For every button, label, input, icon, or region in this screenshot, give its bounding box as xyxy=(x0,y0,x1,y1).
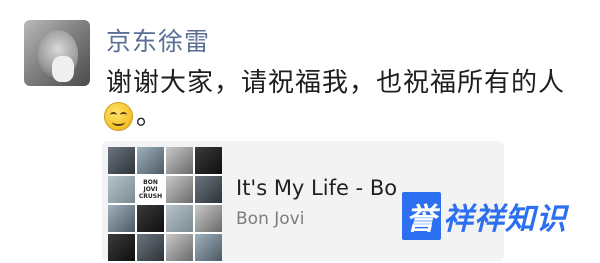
watermark-text: 祥祥知识 xyxy=(443,202,567,237)
smiling-face-icon xyxy=(104,101,133,131)
album-cover-text: BON JOVI CRUSH xyxy=(137,176,164,203)
emoji-line: 。 xyxy=(104,99,162,133)
avatar[interactable] xyxy=(24,20,90,86)
watermark-boxed-char: 誉 xyxy=(402,192,441,240)
post-message: 谢谢大家，请祝福我，也祝福所有的人 xyxy=(106,68,566,98)
avatar-hand xyxy=(52,56,74,82)
author-name[interactable]: 京东徐雷 xyxy=(106,22,210,58)
watermark-logo: 誉 祥祥知识 xyxy=(402,192,598,240)
song-artist: Bon Jovi xyxy=(236,209,305,229)
album-cover: BON JOVI CRUSH xyxy=(108,147,222,261)
message-tail: 。 xyxy=(136,101,163,131)
song-title: It's My Life - Bo xyxy=(236,176,398,200)
